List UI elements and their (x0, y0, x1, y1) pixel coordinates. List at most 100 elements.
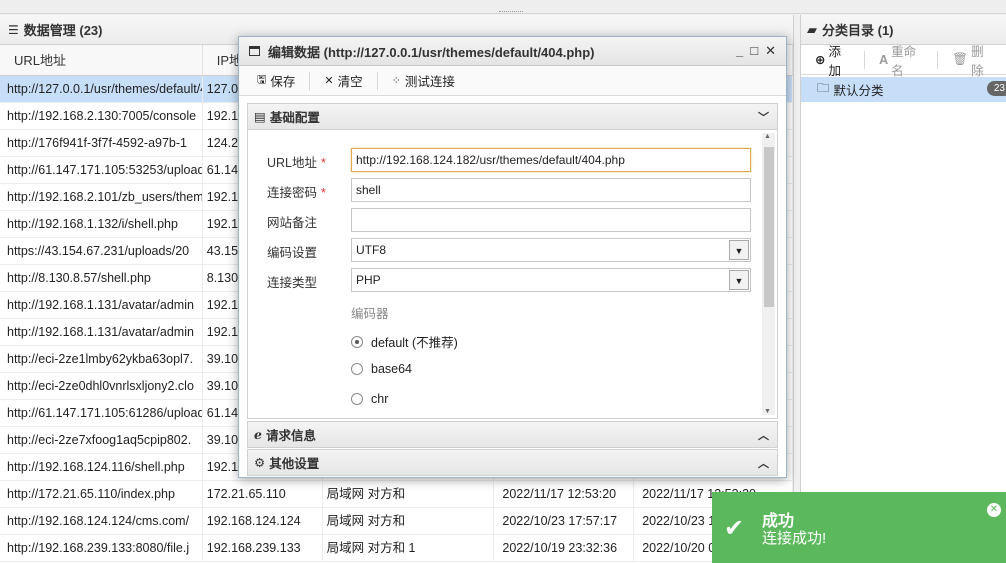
encoding-label: 编码设置 (267, 246, 318, 260)
toolbar-separator (376, 71, 378, 90)
category-panel-title: 分类目录 (1) (822, 23, 894, 38)
cell-url: http://8.130.8.57/shell.php (0, 265, 203, 291)
chevron-down-icon[interactable]: ▼ (729, 270, 749, 290)
data-panel-title: 数据管理 (23) (23, 23, 103, 38)
floppy-icon: 🖫 (257, 74, 267, 86)
clear-button[interactable]: ✕ 清空 (324, 71, 362, 90)
cell-url: http://eci-2ze1lmby62ykba63opl7. (0, 346, 203, 372)
table-row[interactable]: http://192.168.124.124/cms.com/192.168.1… (0, 508, 793, 535)
cell-url: http://192.168.2.130:7005/console (0, 103, 203, 129)
section-other-settings[interactable]: ⚙ 其他设置 ︿ (247, 449, 778, 476)
section-basic-label: 基础配置 (269, 111, 320, 125)
encoder-radio-chr[interactable]: chr (351, 392, 388, 406)
test-connection-button[interactable]: ⁘ 测试连接 (392, 71, 455, 90)
dialog-toolbar: 🖫 保存 ✕ 清空 ⁘ 测试连接 (239, 66, 786, 96)
section-other-label: 其他设置 (269, 457, 320, 471)
save-button[interactable]: 🖫 保存 (257, 71, 295, 90)
section-basic-config[interactable]: ▤ 基础配置 ﹀ (247, 103, 778, 130)
save-label: 保存 (270, 75, 296, 89)
splitter-grip[interactable] (499, 11, 523, 13)
cell-ip: 192.168.239.133 (203, 535, 323, 561)
font-icon: A (879, 52, 889, 67)
window-icon (249, 46, 260, 56)
category-count-badge: 23 (986, 81, 1006, 96)
category-item-label: 默认分类 (833, 84, 884, 98)
type-row: 连接类型 PHP ▼ (248, 268, 768, 292)
cell-ip: 192.168.124.124 (203, 508, 323, 534)
rename-category-button[interactable]: A 重命名 (879, 41, 919, 79)
note-input[interactable] (351, 208, 751, 232)
ie-icon: ℯ (254, 428, 262, 442)
minimize-icon[interactable]: _ (736, 43, 743, 59)
cell-url: http://127.0.0.1/usr/themes/default/404.… (0, 76, 203, 102)
radio-dot[interactable] (351, 363, 363, 375)
encoding-value: UTF8 (356, 243, 386, 257)
table-row[interactable]: http://192.168.239.133:8080/file.j 192.16… (0, 535, 793, 562)
scroll-down-icon[interactable]: ▼ (764, 408, 771, 415)
trash-icon: 🗑 (952, 52, 969, 66)
url-input[interactable]: http://192.168.124.182/usr/themes/defaul… (351, 148, 751, 172)
cell-url: http://192.168.1.132/i/shell.php (0, 211, 203, 237)
folder-outline-icon: 🗀 (817, 81, 830, 95)
table-row[interactable]: http://172.21.65.110/index.php 172.21.65.… (0, 481, 793, 508)
delete-category-label: 删除 (971, 44, 984, 78)
top-splitter[interactable] (0, 0, 1006, 14)
url-label: URL地址 * (267, 152, 326, 171)
encoder-radio-base64[interactable]: base64 (351, 362, 412, 376)
category-panel: ▰ 分类目录 (1) ⊕ 添加 A 重命名 🗑 删除 🗀 默认分类 23 (800, 15, 1006, 563)
chevron-up-icon: ︿ (758, 458, 769, 470)
note-label: 网站备注 (267, 216, 318, 230)
cell-url: http://176f941f-3f7f-4592-a97b-1 (0, 130, 203, 156)
required-mark: * (321, 186, 326, 200)
check-icon: ✔ (724, 515, 745, 542)
type-select[interactable]: PHP ▼ (351, 268, 751, 292)
form-scrollbar[interactable]: ▲ ▼ (762, 133, 775, 415)
test-connection-label: 测试连接 (404, 75, 455, 89)
encoding-select[interactable]: UTF8 ▼ (351, 238, 751, 262)
spinner-icon: ⁘ (391, 75, 401, 87)
close-icon[interactable]: ✕ (765, 43, 776, 59)
close-icon[interactable]: ✕ (987, 503, 1001, 517)
cell-url: http://eci-2ze0dhl0vnrlsxljony2.clo (0, 373, 203, 399)
cell-location: 局域网 对方和 (323, 481, 495, 507)
radio-dot[interactable] (351, 393, 363, 405)
password-input[interactable]: shell (351, 178, 751, 202)
window-controls: _ □ ✕ (736, 43, 776, 59)
cell-url: http://61.147.171.105:53253/uploads (0, 157, 203, 183)
encoder-radio-default[interactable]: default (不推荐) (351, 332, 458, 351)
scrollbar-thumb[interactable] (764, 147, 774, 307)
cell-url: http://192.168.124.124/cms.com/ (0, 508, 203, 534)
note-row: 网站备注 (248, 208, 768, 232)
scroll-up-icon[interactable]: ▲ (764, 133, 771, 140)
rename-category-label: 重命名 (891, 44, 917, 78)
clear-label: 清空 (337, 75, 363, 89)
cell-url: http://192.168.2.101/zb_users/theme (0, 184, 203, 210)
cell-url: https://43.154.67.231/uploads/20 (0, 238, 203, 264)
toolbar-separator (937, 50, 939, 69)
required-mark: * (321, 156, 326, 170)
category-item-default[interactable]: 🗀 默认分类 23 (801, 77, 1006, 102)
folder-icon: ▰ (807, 21, 817, 37)
url-row: URL地址 * http://192.168.124.182/usr/themes… (248, 148, 768, 172)
chevron-down-icon[interactable]: ▼ (729, 240, 749, 260)
dialog-titlebar[interactable]: 编辑数据 (http://127.0.0.1/usr/themes/defaul… (239, 37, 786, 66)
radio-dot[interactable] (351, 335, 363, 348)
chevron-up-icon: ︿ (758, 430, 769, 442)
section-request-info[interactable]: ℯ 请求信息 ︿ (247, 421, 778, 448)
cell-url: http://192.168.1.131/avatar/admin (0, 319, 203, 345)
toast-message: 连接成功! (762, 530, 827, 547)
url-label-text: URL地址 (267, 156, 318, 170)
maximize-icon[interactable]: □ (750, 43, 758, 59)
column-header-url[interactable]: URL地址 (0, 45, 203, 75)
toolbar-separator (864, 50, 866, 69)
cell-created: 2022/10/19 23:32:36 (494, 535, 635, 561)
add-category-button[interactable]: ⊕ 添加 (815, 41, 846, 79)
gears-icon: ⚙ (254, 456, 266, 470)
delete-category-button[interactable]: 🗑 删除 (952, 41, 988, 79)
edit-data-dialog: 编辑数据 (http://127.0.0.1/usr/themes/defaul… (238, 36, 787, 478)
cell-created: 2022/11/17 12:53:20 (494, 481, 635, 507)
cell-url: http://61.147.171.105:61286/uploads (0, 400, 203, 426)
toolbar-separator (309, 71, 311, 90)
encoder-group-label: 编码器 (351, 307, 389, 321)
section-request-label: 请求信息 (265, 429, 316, 443)
